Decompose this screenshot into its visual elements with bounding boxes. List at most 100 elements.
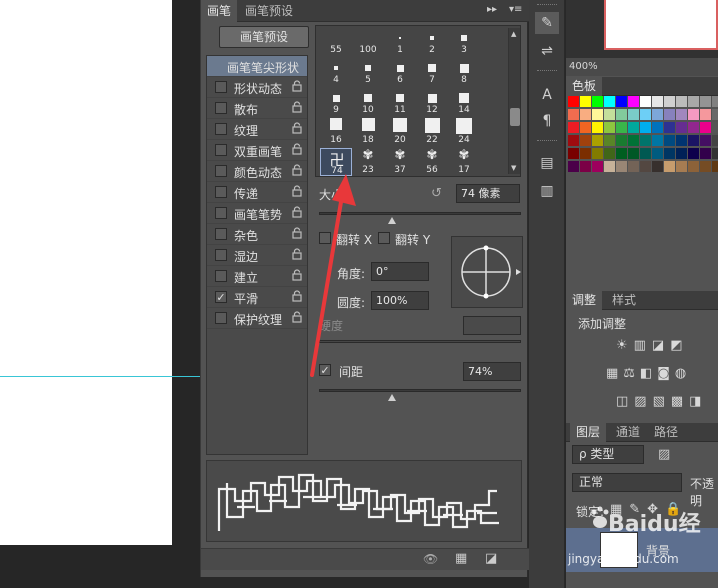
- panel-menu-icon[interactable]: ▾≡: [509, 4, 522, 15]
- color-swatch[interactable]: [652, 161, 663, 172]
- color-swatch[interactable]: [604, 135, 615, 146]
- color-swatch[interactable]: [652, 135, 663, 146]
- brush-option-row[interactable]: 画笔笔尖形状: [207, 56, 307, 77]
- canvas-area[interactable]: [0, 0, 200, 588]
- color-swatch[interactable]: [688, 161, 699, 172]
- brush-option-checkbox[interactable]: [215, 81, 227, 93]
- brush-option-checkbox[interactable]: ✓: [215, 291, 227, 303]
- color-swatch[interactable]: [640, 135, 651, 146]
- brush-tip[interactable]: 22: [416, 118, 448, 146]
- color-swatch[interactable]: [580, 122, 591, 133]
- color-swatch[interactable]: [700, 109, 711, 120]
- adjustment-icons-row-1[interactable]: ☀▥◪◩: [616, 338, 689, 353]
- color-swatch[interactable]: [568, 148, 579, 159]
- tab-adjustments[interactable]: 调整: [566, 291, 603, 310]
- color-swatch[interactable]: [700, 122, 711, 133]
- brush-tip[interactable]: 16: [320, 118, 352, 146]
- scroll-down-icon[interactable]: ▼: [511, 164, 516, 172]
- brush-tip[interactable]: 11: [384, 88, 416, 116]
- brush-option-row[interactable]: 颜色动态: [207, 161, 307, 182]
- color-swatch[interactable]: [676, 148, 687, 159]
- color-swatch[interactable]: [592, 135, 603, 146]
- brush-tip[interactable]: 20: [384, 118, 416, 146]
- brush-option-checkbox[interactable]: [215, 102, 227, 114]
- brush-tip[interactable]: 7: [416, 58, 448, 86]
- color-swatch[interactable]: [604, 148, 615, 159]
- brush-option-row[interactable]: 画笔笔势: [207, 203, 307, 224]
- brush-option-checkbox[interactable]: [215, 270, 227, 282]
- brush-option-checkbox[interactable]: [215, 165, 227, 177]
- brush-option-row[interactable]: 湿边: [207, 245, 307, 266]
- brush-option-checkbox[interactable]: [215, 144, 227, 156]
- paragraph-icon[interactable]: ¶: [535, 110, 559, 132]
- brush-tip[interactable]: ✾ 17: [448, 148, 480, 176]
- color-swatch[interactable]: [604, 109, 615, 120]
- navigator-preview[interactable]: [566, 0, 718, 58]
- color-swatch[interactable]: [664, 148, 675, 159]
- roundness-field[interactable]: 100%: [371, 291, 429, 310]
- angle-field[interactable]: 0°: [371, 262, 429, 281]
- color-swatch[interactable]: [700, 135, 711, 146]
- color-swatch[interactable]: [592, 122, 603, 133]
- brush-tip[interactable]: 100: [352, 28, 384, 56]
- color-swatch[interactable]: [664, 135, 675, 146]
- brush-option-row[interactable]: 建立: [207, 266, 307, 287]
- color-swatch[interactable]: [604, 96, 615, 107]
- color-swatch[interactable]: [568, 122, 579, 133]
- guide-line[interactable]: [0, 376, 200, 377]
- color-swatch[interactable]: [616, 122, 627, 133]
- color-swatch[interactable]: [712, 122, 718, 133]
- color-swatch[interactable]: [640, 161, 651, 172]
- notes-icon[interactable]: ▤: [535, 152, 559, 174]
- brush-tip[interactable]: 55: [320, 28, 352, 56]
- brush-tip[interactable]: 1: [384, 28, 416, 56]
- color-swatch[interactable]: [676, 161, 687, 172]
- brush-tip[interactable]: 2: [416, 28, 448, 56]
- reset-size-icon[interactable]: ↺: [431, 186, 442, 201]
- color-swatch[interactable]: [700, 148, 711, 159]
- tab-brush-presets[interactable]: 画笔预设: [239, 0, 299, 22]
- brush-tip[interactable]: ✾ 37: [384, 148, 416, 176]
- brush-option-checkbox[interactable]: [215, 312, 227, 324]
- brush-tip[interactable]: 10: [352, 88, 384, 116]
- color-swatch[interactable]: [580, 161, 591, 172]
- color-swatch[interactable]: [664, 122, 675, 133]
- size-field[interactable]: 74 像素: [456, 184, 520, 203]
- color-swatch[interactable]: [592, 148, 603, 159]
- brush-tip[interactable]: 3: [448, 28, 480, 56]
- brush-tip[interactable]: ✾ 56: [416, 148, 448, 176]
- color-swatch[interactable]: [664, 96, 675, 107]
- color-swatch[interactable]: [652, 148, 663, 159]
- tab-layers[interactable]: 图层: [570, 423, 607, 442]
- color-swatch[interactable]: [580, 109, 591, 120]
- grid-icon[interactable]: ▦: [455, 551, 467, 566]
- brush-presets-button[interactable]: 画笔预设: [219, 26, 309, 48]
- adjustment-icons-row-2[interactable]: ▦⚖◧◙◍: [606, 366, 691, 381]
- color-swatch[interactable]: [628, 109, 639, 120]
- color-swatch[interactable]: [688, 148, 699, 159]
- color-swatch[interactable]: [628, 135, 639, 146]
- color-swatch[interactable]: [700, 161, 711, 172]
- brush-option-row[interactable]: 散布: [207, 98, 307, 119]
- color-swatch[interactable]: [664, 161, 675, 172]
- tab-brush[interactable]: 画笔: [201, 0, 238, 22]
- color-swatch[interactable]: [700, 96, 711, 107]
- color-swatch[interactable]: [640, 148, 651, 159]
- brush-tip[interactable]: 8: [448, 58, 480, 86]
- brush-tip[interactable]: 14: [448, 88, 480, 116]
- adjustment-icons-row-3[interactable]: ◫▨▧▩◨: [616, 394, 707, 409]
- brush-panel-icon[interactable]: ✎: [535, 12, 559, 34]
- document-canvas[interactable]: [0, 0, 172, 545]
- color-swatch[interactable]: [676, 135, 687, 146]
- color-swatch[interactable]: [568, 135, 579, 146]
- color-swatch[interactable]: [676, 122, 687, 133]
- color-swatch[interactable]: [712, 109, 718, 120]
- brush-tip[interactable]: 4: [320, 58, 352, 86]
- color-swatch[interactable]: [628, 148, 639, 159]
- brush-option-row[interactable]: 保护纹理: [207, 308, 307, 329]
- flip-y-checkbox[interactable]: [378, 232, 390, 244]
- brush-tip[interactable]: 6: [384, 58, 416, 86]
- tab-paths[interactable]: 路径: [648, 423, 684, 442]
- zoom-level[interactable]: 400%: [566, 58, 718, 76]
- color-swatch[interactable]: [628, 122, 639, 133]
